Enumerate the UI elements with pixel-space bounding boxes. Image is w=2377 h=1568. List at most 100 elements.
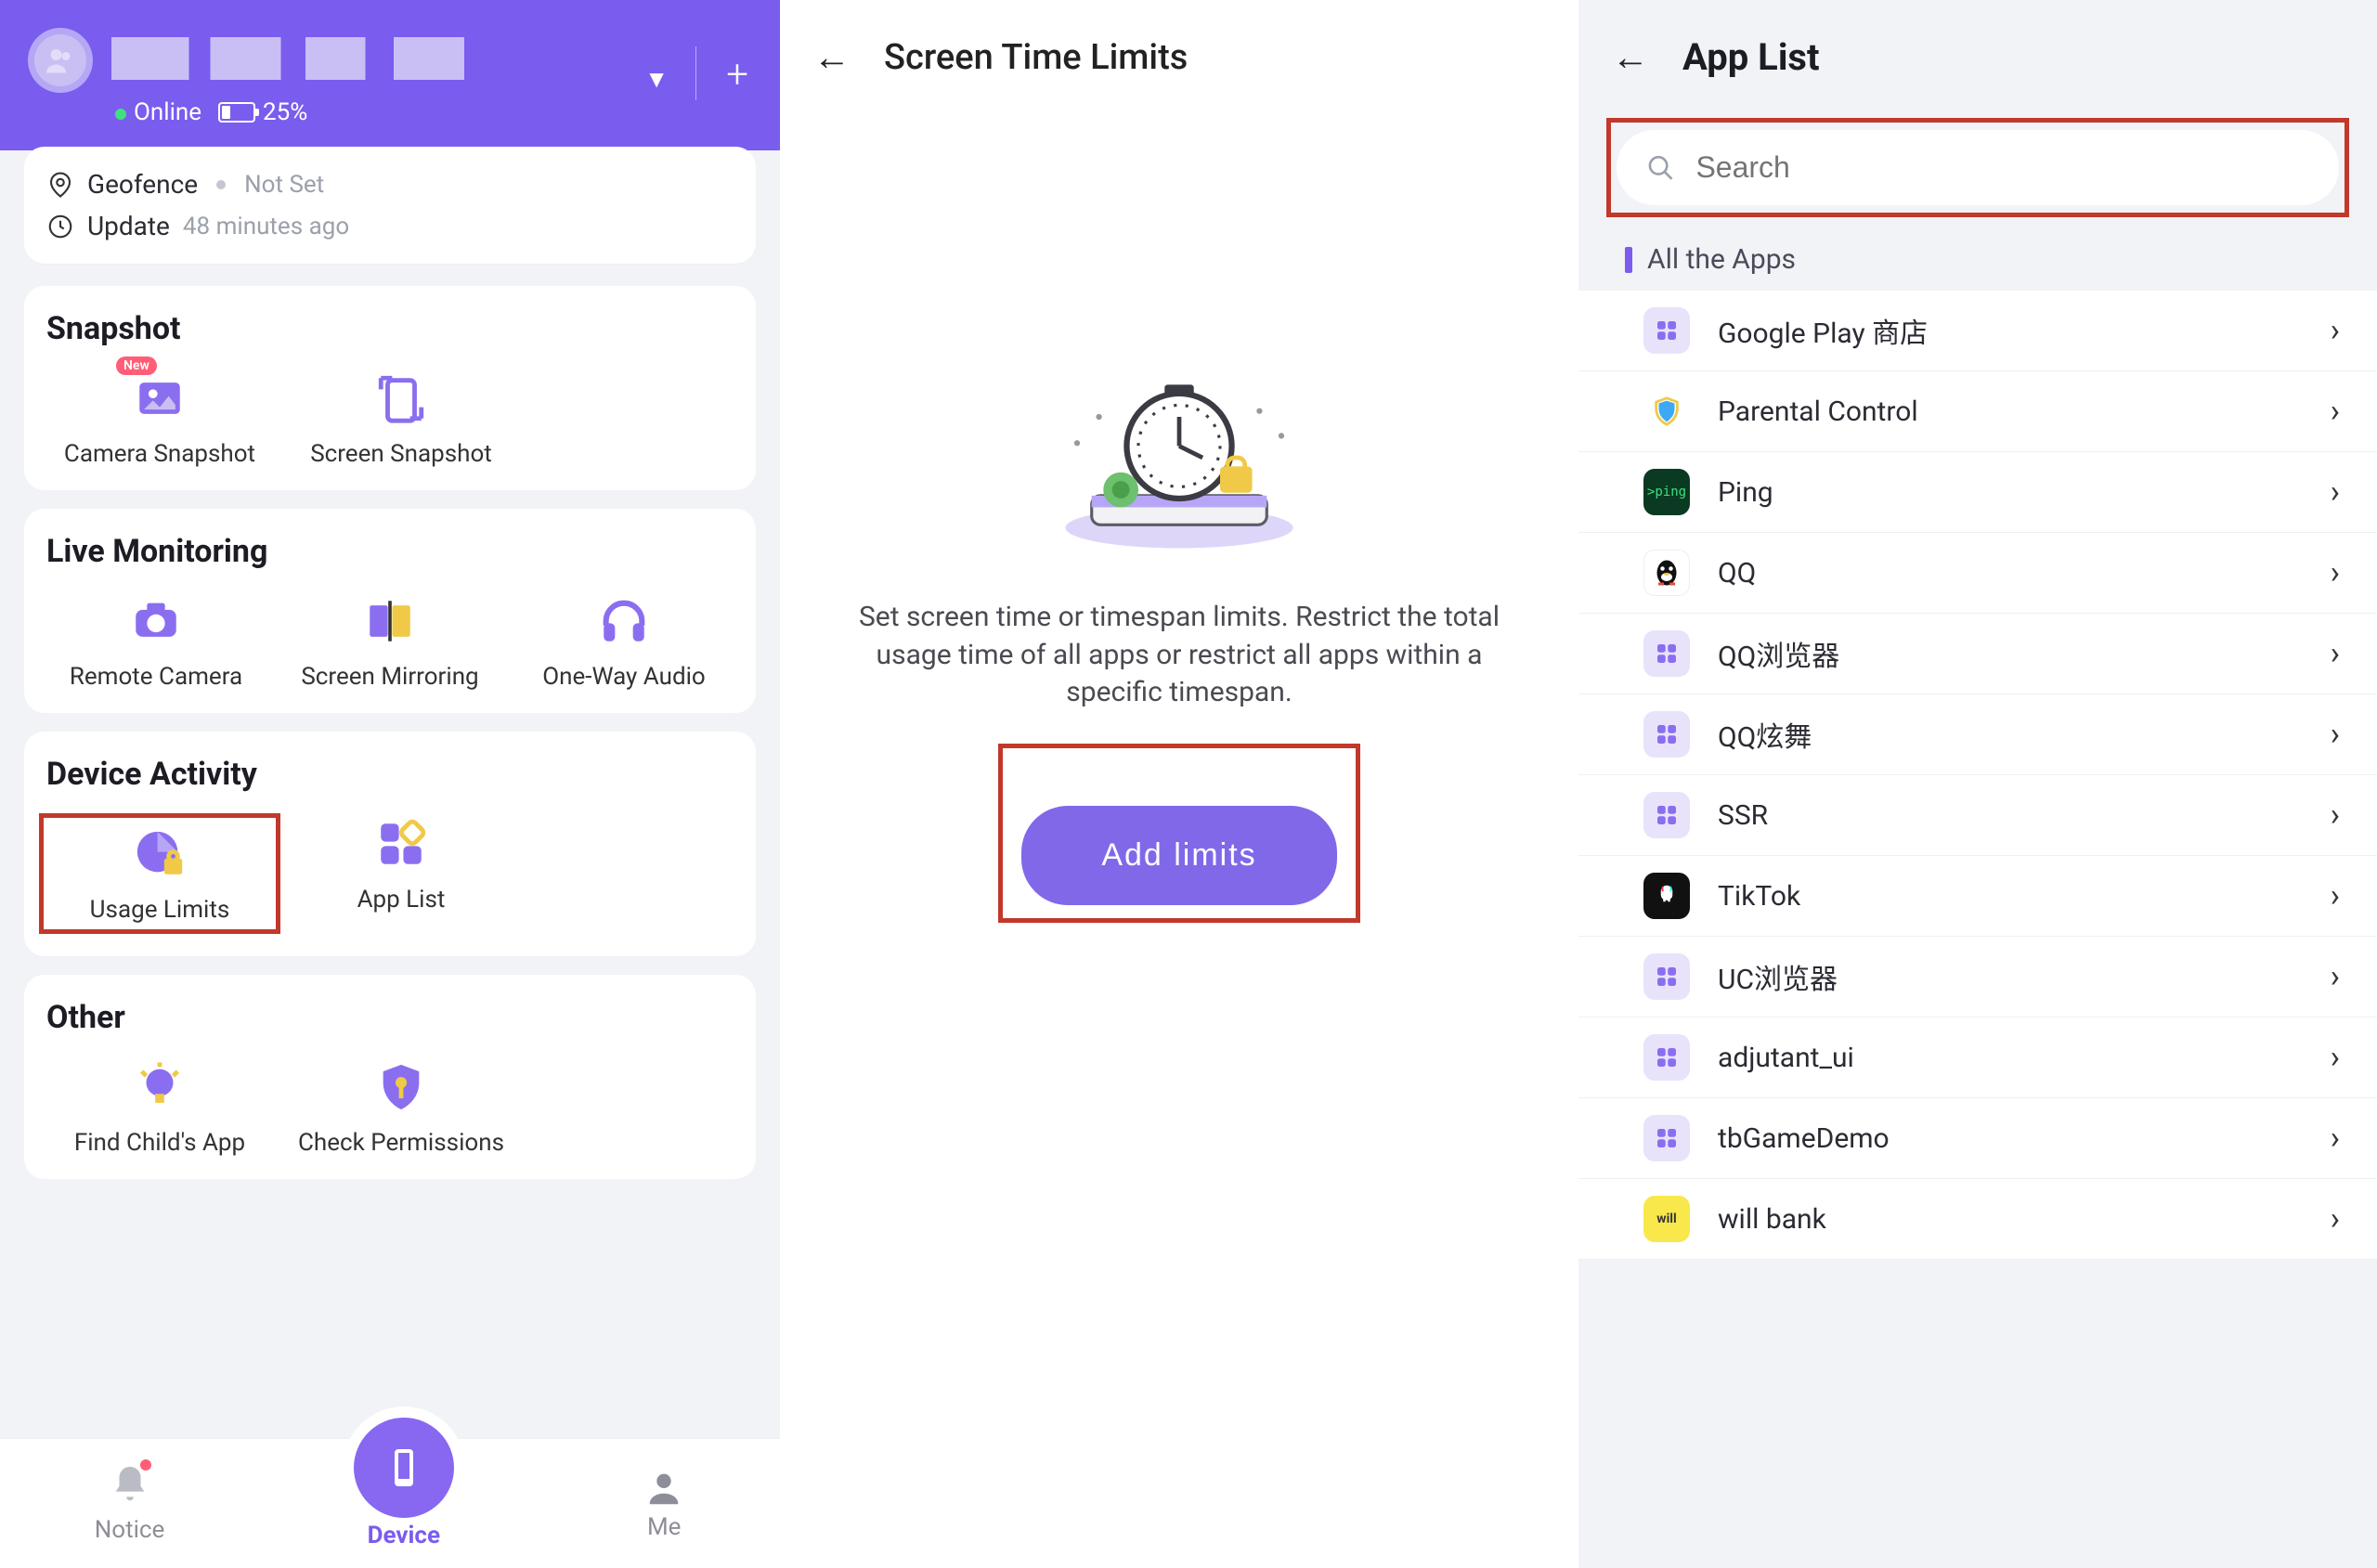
app-name: UC浏览器 — [1718, 956, 2303, 997]
app-name: Ping — [1718, 476, 2303, 509]
clock-icon — [46, 213, 74, 240]
camera-snapshot-button[interactable]: New Camera Snapshot — [39, 368, 280, 468]
add-limits-button[interactable]: Add limits — [1021, 806, 1336, 905]
remote-camera-button[interactable]: Remote Camera — [39, 590, 273, 691]
camera-icon — [129, 594, 183, 648]
device-info-card: Geofence Not Set Update 48 minutes ago — [24, 147, 756, 264]
app-list-panel: ← App List All the Apps Google Play 商店 › P… — [1578, 0, 2377, 1568]
app-row[interactable]: QQ浏览器› — [1578, 614, 2377, 694]
apps-icon — [374, 817, 428, 871]
filter-accent-bar — [1625, 247, 1632, 273]
app-row[interactable]: will will bank › — [1578, 1179, 2377, 1260]
app-icon — [1643, 388, 1690, 434]
add-limits-highlight: Add limits — [998, 744, 1359, 923]
app-icon — [1643, 307, 1690, 354]
nav-notice[interactable]: Notice — [95, 1463, 165, 1544]
find-childs-app-button[interactable]: Find Child's App — [39, 1056, 280, 1157]
app-icon — [1643, 873, 1690, 919]
app-icon — [1643, 1115, 1690, 1161]
page-title: App List — [1682, 35, 1820, 79]
bell-icon — [109, 1463, 151, 1506]
search-icon — [1646, 152, 1675, 184]
device-panel: Online 25% ▼ + Geofence Not Set Update 4… — [0, 0, 780, 1568]
search-highlight — [1606, 118, 2349, 217]
section-title: Device Activity — [46, 756, 734, 793]
one-way-audio-button[interactable]: One-Way Audio — [507, 590, 741, 691]
app-row[interactable]: UC浏览器› — [1578, 937, 2377, 1017]
check-permissions-button[interactable]: Check Permissions — [280, 1056, 522, 1157]
person-icon — [643, 1467, 685, 1510]
app-row[interactable]: Parental Control› — [1578, 371, 2377, 452]
app-name: QQ — [1718, 557, 2303, 590]
app-row[interactable]: TikTok› — [1578, 856, 2377, 937]
snapshot-section: Snapshot New Camera Snapshot Screen Snap… — [24, 286, 756, 490]
chevron-right-icon: › — [2331, 635, 2340, 672]
app-name: tbGameDemo — [1718, 1122, 2303, 1155]
screen-mirroring-button[interactable]: Screen Mirroring — [273, 590, 507, 691]
app-row[interactable]: SSR › — [1578, 775, 2377, 856]
chevron-right-icon: › — [2331, 1039, 2340, 1076]
app-list: Google Play 商店 › Parental Control› >ping Pin… — [1578, 291, 2377, 1260]
chevron-right-icon: › — [2331, 554, 2340, 591]
geofence-row[interactable]: Geofence Not Set — [46, 163, 734, 205]
online-status: Online — [115, 98, 201, 126]
app-icon — [1643, 1034, 1690, 1081]
app-row[interactable]: adjutant_ui › — [1578, 1017, 2377, 1098]
bottom-nav: Notice Device Me — [0, 1438, 780, 1568]
live-monitoring-section: Live Monitoring Remote Camera Screen Mir… — [24, 509, 756, 713]
page-title: Screen Time Limits — [884, 37, 1188, 78]
back-button[interactable]: ← — [1612, 35, 1649, 79]
app-icon — [1643, 711, 1690, 758]
update-row[interactable]: Update 48 minutes ago — [46, 205, 734, 247]
app-name: will bank — [1718, 1203, 2303, 1236]
app-icon — [1643, 953, 1690, 1000]
app-icon — [1643, 792, 1690, 838]
app-row[interactable]: >pingPing› — [1578, 452, 2377, 533]
search-bar[interactable] — [1617, 130, 2339, 205]
app-icon — [1643, 550, 1690, 596]
add-device-button[interactable]: + — [726, 52, 748, 97]
nav-device[interactable]: Device — [354, 1458, 454, 1549]
device-dropdown-caret[interactable]: ▼ — [644, 65, 669, 94]
shield-key-icon — [374, 1060, 428, 1114]
chevron-right-icon: › — [2331, 716, 2340, 753]
app-list-button[interactable]: App List — [280, 813, 522, 934]
app-row[interactable]: tbGameDemo › — [1578, 1098, 2377, 1179]
avatar[interactable] — [28, 28, 93, 93]
clock-illustration — [1012, 356, 1346, 560]
battery-indicator: 25% — [218, 98, 307, 126]
app-name: SSR — [1718, 799, 2303, 832]
nav-me[interactable]: Me — [643, 1467, 685, 1541]
lightbulb-icon — [133, 1060, 187, 1114]
phone-icon — [382, 1445, 426, 1490]
search-input[interactable] — [1695, 150, 2309, 185]
app-name: adjutant_ui — [1718, 1042, 2303, 1074]
mirror-icon — [363, 594, 417, 648]
pin-icon — [46, 171, 74, 199]
section-title: Live Monitoring — [46, 533, 734, 570]
screen-snapshot-button[interactable]: Screen Snapshot — [280, 368, 522, 468]
app-icon: will — [1643, 1196, 1690, 1242]
chevron-right-icon: › — [2331, 1200, 2340, 1238]
usage-limits-button[interactable]: Usage Limits — [39, 813, 280, 934]
other-section: Other Find Child's App Check Permissions — [24, 975, 756, 1179]
screen-time-limits-panel: ← Screen Time Limits Set screen time or … — [780, 0, 1578, 1568]
section-title: Other — [46, 999, 734, 1036]
app-row[interactable]: QQ炫舞› — [1578, 694, 2377, 775]
chevron-right-icon: › — [2331, 1120, 2340, 1157]
device-activity-section: Device Activity Usage Limits App List — [24, 732, 756, 956]
app-row[interactable]: QQ › — [1578, 533, 2377, 614]
screen-time-description: Set screen time or timespan limits. Rest… — [826, 599, 1532, 712]
back-button[interactable]: ← — [813, 35, 851, 79]
headphones-icon — [597, 594, 651, 648]
app-icon: >ping — [1643, 469, 1690, 515]
chevron-right-icon: › — [2331, 312, 2340, 349]
filter-all-apps[interactable]: All the Apps — [1578, 234, 2377, 291]
header-divider — [695, 46, 696, 100]
child-name-redacted — [111, 37, 464, 80]
new-badge: New — [116, 356, 157, 375]
image-icon — [133, 371, 187, 425]
chevron-right-icon: › — [2331, 797, 2340, 834]
app-row[interactable]: Google Play 商店 › — [1578, 291, 2377, 371]
app-name: Google Play 商店 — [1718, 310, 2303, 351]
